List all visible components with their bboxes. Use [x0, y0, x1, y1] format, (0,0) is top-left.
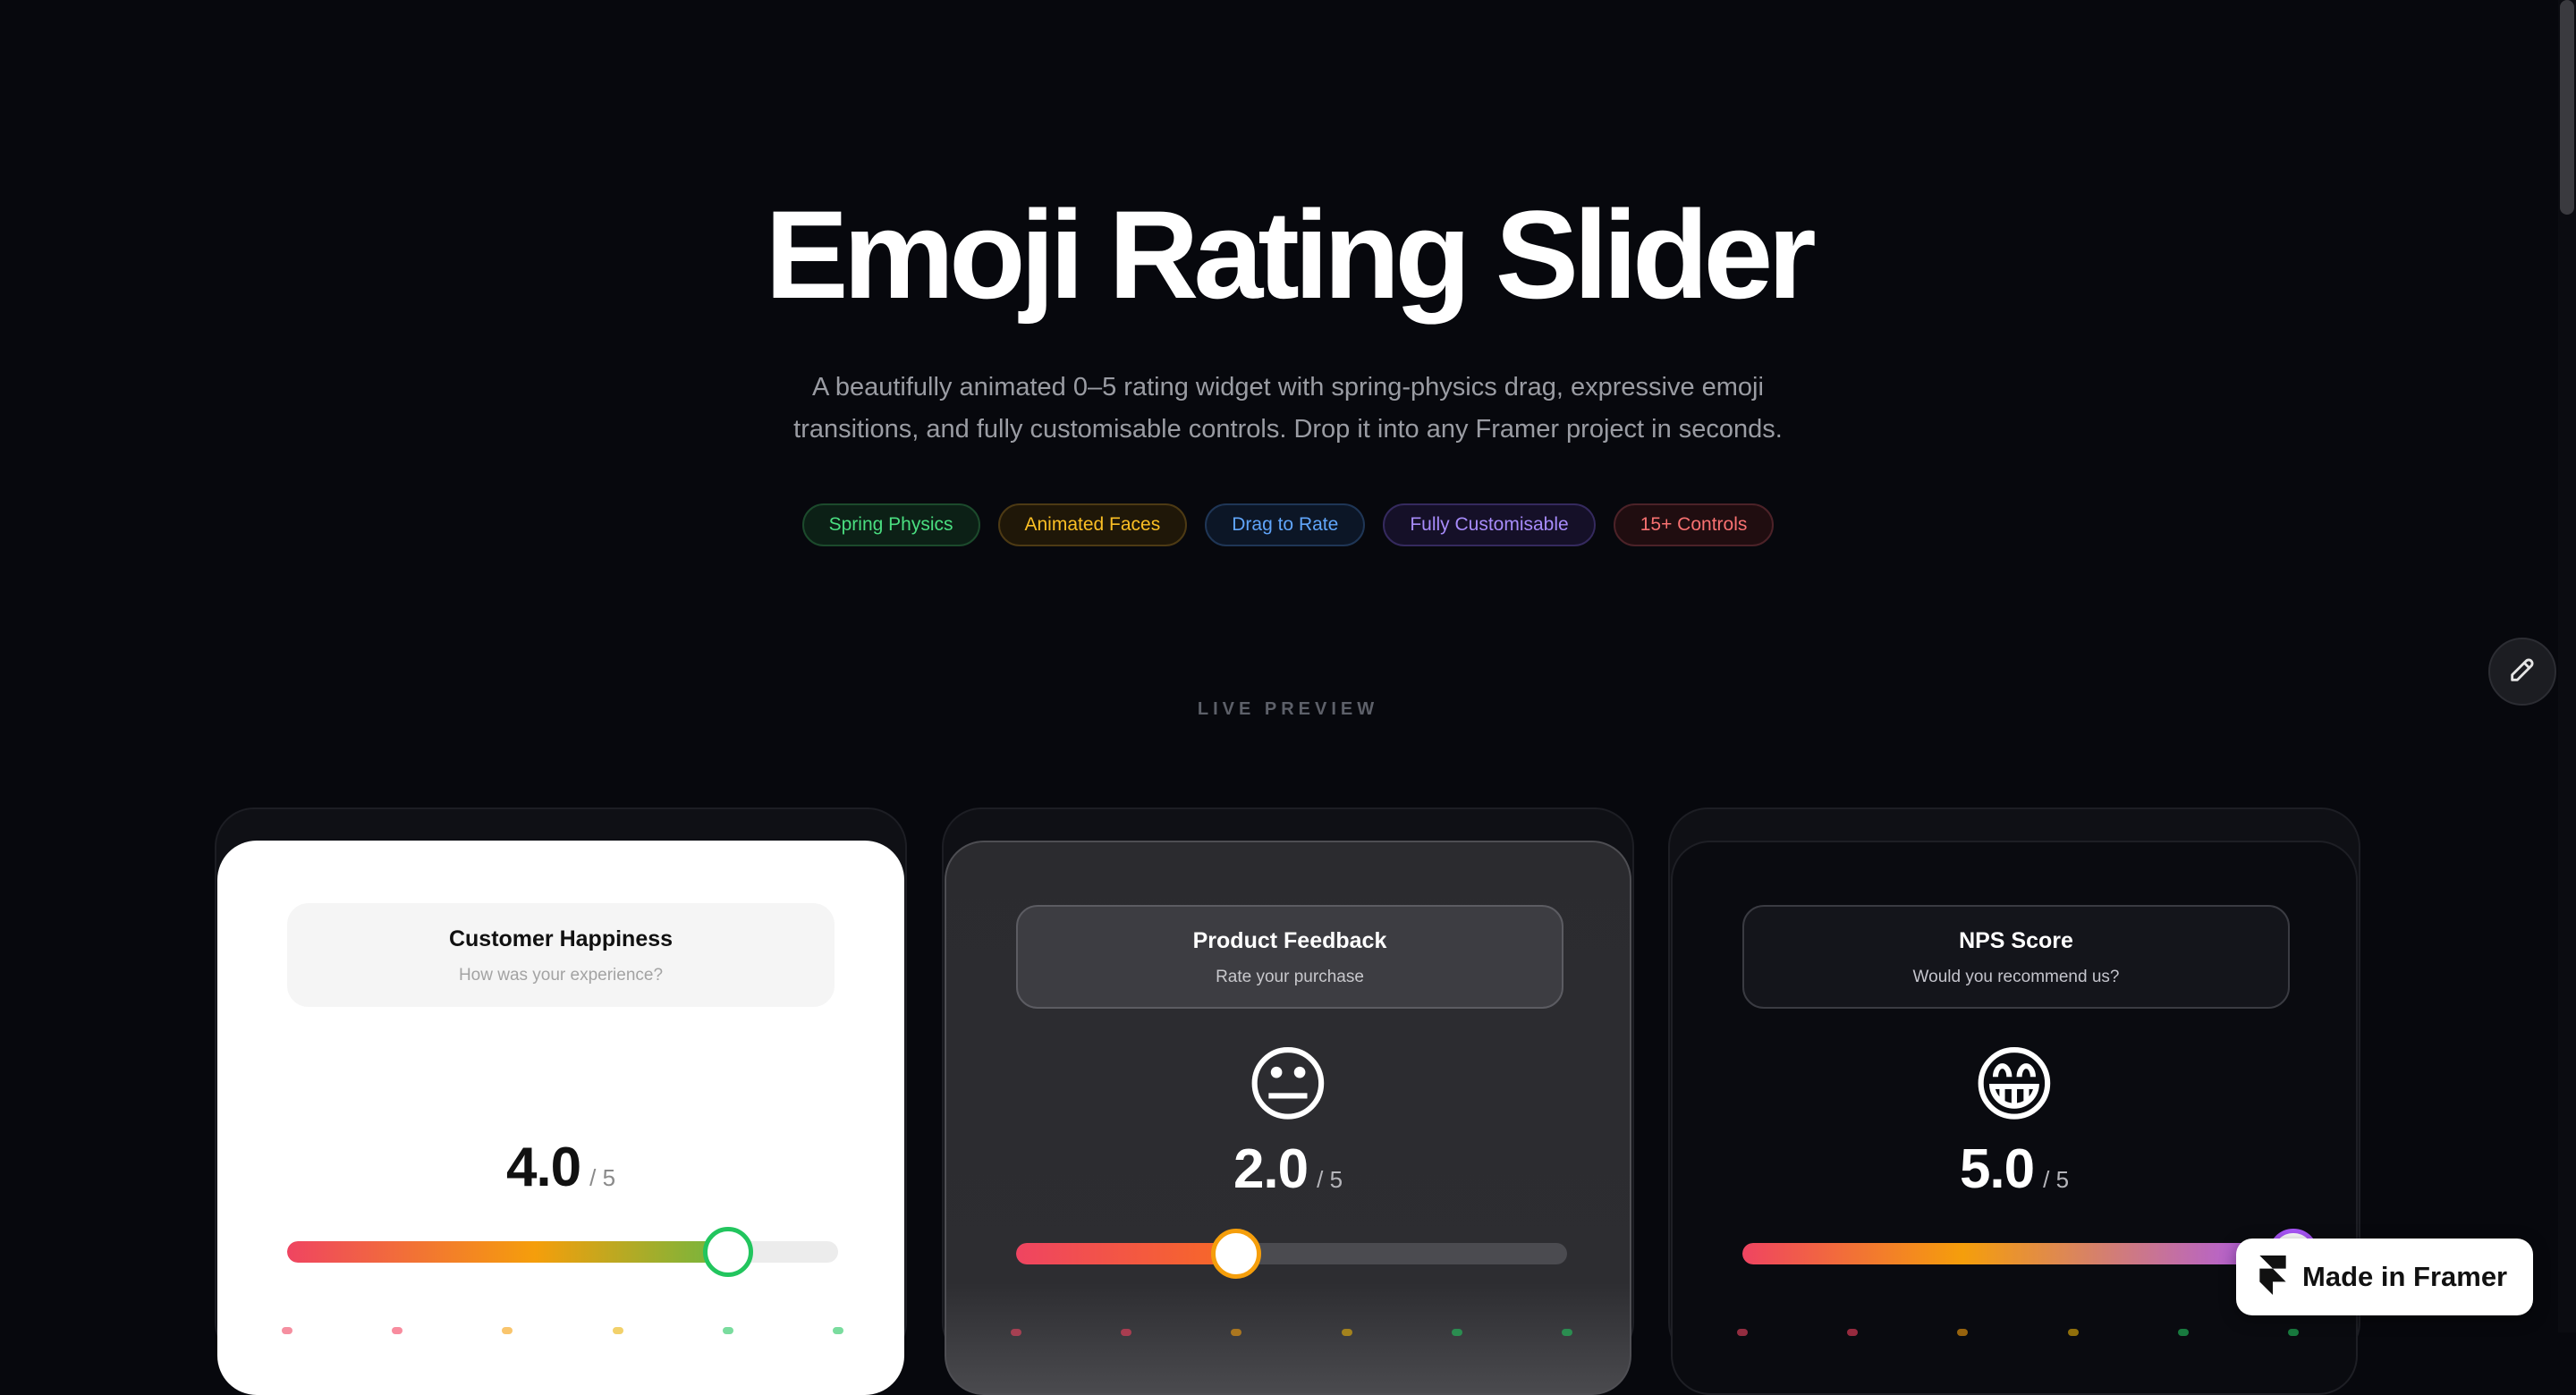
badge-label: Made in Framer — [2302, 1261, 2508, 1292]
rating-label-box: Product Feedback Rate your purchase — [1016, 905, 1563, 1009]
tick-dot — [612, 1327, 623, 1334]
pill-15-controls: 15+ Controls — [1613, 503, 1775, 546]
pill-drag-to-rate: Drag to Rate — [1205, 503, 1366, 546]
subtitle-line-1: A beautifully animated 0–5 rating widget… — [812, 373, 1764, 402]
rating-card-product-feedback: Product Feedback Rate your purchase 😐 2.… — [945, 841, 1631, 1395]
tick-dot — [1562, 1329, 1572, 1336]
emoji-neutral-face: 😐 — [1245, 1040, 1331, 1131]
rating-subtitle: Rate your purchase — [1216, 968, 1364, 986]
rating-label-box: Customer Happiness How was your experien… — [287, 903, 835, 1007]
pill-animated-faces: Animated Faces — [997, 503, 1188, 546]
tick-dot — [722, 1327, 733, 1334]
slider-thumb[interactable] — [1211, 1229, 1262, 1279]
pill-spring-physics: Spring Physics — [801, 503, 980, 546]
tick-dot — [392, 1327, 403, 1334]
rating-card-customer-happiness: Customer Happiness How was your experien… — [217, 841, 904, 1395]
tick-dot — [1957, 1329, 1969, 1336]
tick-dot — [1011, 1329, 1021, 1336]
framer-logo-icon — [2259, 1255, 2286, 1299]
made-in-framer-badge[interactable]: Made in Framer — [2236, 1239, 2533, 1315]
section-label-live-preview: LIVE PREVIEW — [1197, 699, 1379, 719]
slider-thumb[interactable] — [702, 1227, 753, 1277]
score-value: 2.0 — [1233, 1138, 1309, 1200]
tick-dot — [282, 1327, 292, 1334]
slider-track[interactable] — [1016, 1243, 1567, 1264]
rating-subtitle: How was your experience? — [458, 966, 664, 985]
tick-dots — [1011, 1323, 1572, 1341]
rating-subtitle: Would you recommend us? — [1912, 968, 2120, 986]
pencil-icon — [2507, 655, 2538, 689]
rating-title: NPS Score — [1959, 928, 2073, 953]
slider-track[interactable] — [287, 1241, 838, 1263]
rating-title: Customer Happiness — [448, 926, 674, 951]
slider-fill — [1016, 1243, 1237, 1264]
emoji-grinning-face: 😁 — [1971, 1040, 2057, 1131]
tick-dot — [1451, 1329, 1462, 1336]
tick-dot — [2288, 1329, 2299, 1336]
tick-dot — [1341, 1329, 1352, 1336]
subtitle-line-2: transitions, and fully customisable cont… — [793, 415, 1783, 444]
score-max: / 5 — [589, 1164, 616, 1191]
tick-dots — [1737, 1323, 2299, 1341]
tick-dot — [2067, 1329, 2079, 1336]
pill-fully-customisable: Fully Customisable — [1383, 503, 1596, 546]
score-value: 5.0 — [1959, 1138, 2035, 1200]
slider-fill — [1742, 1243, 2293, 1264]
tick-dot — [1231, 1329, 1242, 1336]
score-max: / 5 — [1317, 1166, 1343, 1193]
tick-dot — [1737, 1329, 1748, 1336]
page-title: Emoji Rating Slider — [765, 184, 1817, 325]
score-display: 2.0 / 5 — [946, 1137, 1630, 1201]
rating-label-box: NPS Score Would you recommend us? — [1742, 905, 2290, 1009]
tick-dot — [2177, 1329, 2189, 1336]
score-display: 4.0 / 5 — [217, 1136, 904, 1199]
tick-dot — [502, 1327, 513, 1334]
slider-fill — [287, 1241, 728, 1263]
tick-dot — [1847, 1329, 1859, 1336]
score-max: / 5 — [2043, 1166, 2070, 1193]
slider-track[interactable] — [1742, 1243, 2293, 1264]
page-subtitle: A beautifully animated 0–5 rating widget… — [662, 367, 1914, 451]
score-value: 4.0 — [505, 1137, 581, 1198]
feature-pills: Spring Physics Animated Faces Drag to Ra… — [0, 503, 2576, 546]
tick-dot — [1121, 1329, 1132, 1336]
tick-dots — [282, 1322, 843, 1340]
emoji-smiling-face: 😊 — [518, 1038, 604, 1129]
edit-button[interactable] — [2488, 638, 2556, 706]
score-display: 5.0 / 5 — [1673, 1137, 2356, 1201]
rating-title: Product Feedback — [1192, 928, 1387, 953]
tick-dot — [833, 1327, 843, 1334]
